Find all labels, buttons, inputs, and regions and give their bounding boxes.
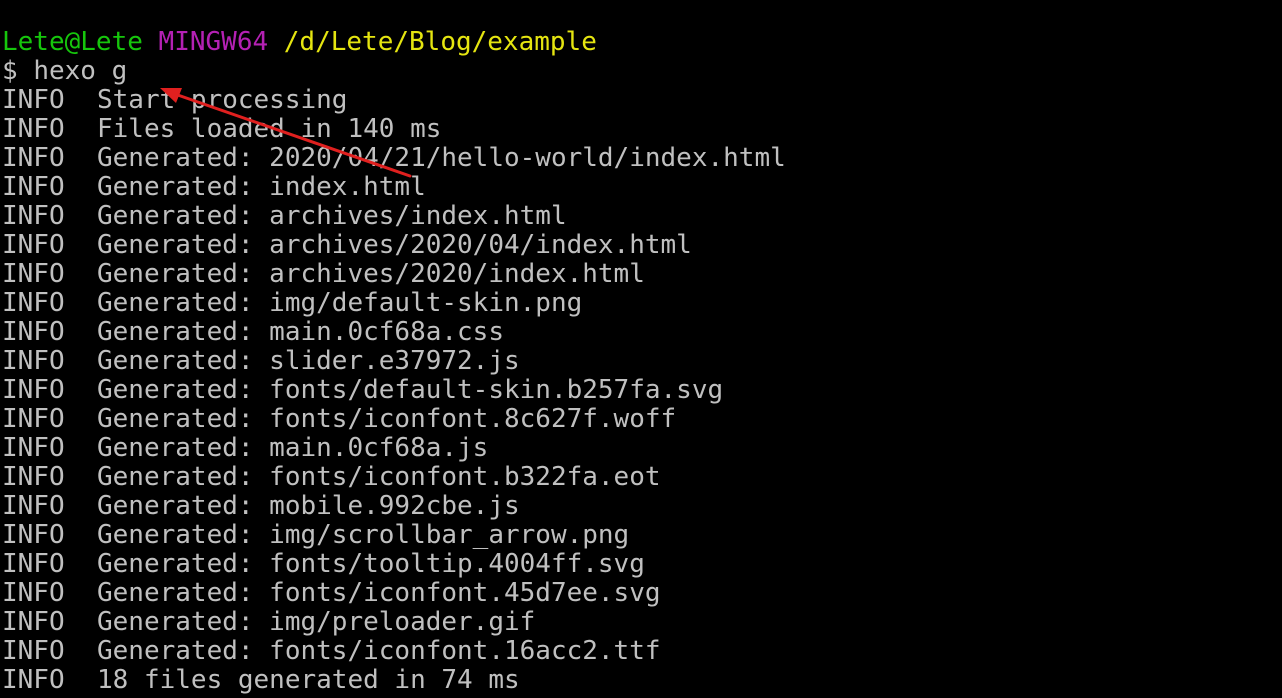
log-level: INFO [2, 549, 65, 579]
log-message: Generated: slider.e37972.js [97, 346, 520, 376]
log-line: INFO Files loaded in 140 ms [2, 115, 1282, 144]
log-level: INFO [2, 578, 65, 608]
log-message: Generated: main.0cf68a.js [97, 433, 489, 463]
log-line: INFO Generated: fonts/iconfont.16acc2.ttf [2, 637, 1282, 666]
log-level: INFO [2, 665, 65, 695]
log-level: INFO [2, 375, 65, 405]
log-level: INFO [2, 433, 65, 463]
log-line: INFO Generated: fonts/iconfont.b322fa.eot [2, 463, 1282, 492]
log-level: INFO [2, 143, 65, 173]
log-line: INFO Generated: slider.e37972.js [2, 347, 1282, 376]
log-line: INFO Generated: main.0cf68a.js [2, 434, 1282, 463]
log-line: INFO Generated: img/scrollbar_arrow.png [2, 521, 1282, 550]
log-output: INFO Start processing INFO Files loaded in … [2, 86, 1282, 695]
log-message: Generated: fonts/iconfont.16acc2.ttf [97, 636, 661, 666]
log-level: INFO [2, 172, 65, 202]
command-text: hexo g [33, 56, 128, 86]
log-level: INFO [2, 114, 65, 144]
log-message: 18 files generated in 74 ms [97, 665, 520, 695]
log-line: INFO Generated: fonts/tooltip.4004ff.svg [2, 550, 1282, 579]
log-level: INFO [2, 607, 65, 637]
log-line: INFO Generated: archives/index.html [2, 202, 1282, 231]
log-line: INFO 18 files generated in 74 ms [2, 666, 1282, 695]
log-level: INFO [2, 346, 65, 376]
log-line: INFO Generated: 2020/04/21/hello-world/in… [2, 144, 1282, 173]
log-line: INFO Generated: img/preloader.gif [2, 608, 1282, 637]
log-level: INFO [2, 201, 65, 231]
log-message: Generated: archives/2020/index.html [97, 259, 645, 289]
log-message: Generated: archives/2020/04/index.html [97, 230, 692, 260]
log-message: Generated: fonts/iconfont.45d7ee.svg [97, 578, 661, 608]
log-line: INFO Generated: archives/2020/index.html [2, 260, 1282, 289]
user-host: Lete@Lete [2, 27, 143, 57]
log-level: INFO [2, 636, 65, 666]
log-line: INFO Generated: fonts/default-skin.b257fa… [2, 376, 1282, 405]
command-line[interactable]: $ hexo g [2, 57, 1282, 86]
log-message: Files loaded in 140 ms [97, 114, 442, 144]
log-message: Generated: index.html [97, 172, 426, 202]
log-message: Generated: 2020/04/21/hello-world/index.… [97, 143, 786, 173]
log-message: Generated: fonts/tooltip.4004ff.svg [97, 549, 645, 579]
log-line: INFO Start processing [2, 86, 1282, 115]
log-message: Generated: main.0cf68a.css [97, 317, 504, 347]
log-message: Generated: archives/index.html [97, 201, 567, 231]
log-message: Generated: img/default-skin.png [97, 288, 583, 318]
log-message: Generated: img/scrollbar_arrow.png [97, 520, 630, 550]
log-level: INFO [2, 85, 65, 115]
log-line: INFO Generated: archives/2020/04/index.ht… [2, 231, 1282, 260]
log-line: INFO Generated: fonts/iconfont.45d7ee.svg [2, 579, 1282, 608]
log-line: INFO Generated: img/default-skin.png [2, 289, 1282, 318]
log-level: INFO [2, 288, 65, 318]
system-name: MINGW64 [158, 27, 269, 57]
log-message: Start processing [97, 85, 348, 115]
log-message: Generated: img/preloader.gif [97, 607, 536, 637]
log-level: INFO [2, 317, 65, 347]
log-level: INFO [2, 462, 65, 492]
log-level: INFO [2, 259, 65, 289]
log-line: INFO Generated: mobile.992cbe.js [2, 492, 1282, 521]
log-line: INFO Generated: main.0cf68a.css [2, 318, 1282, 347]
log-message: Generated: fonts/iconfont.8c627f.woff [97, 404, 677, 434]
log-line: INFO Generated: index.html [2, 173, 1282, 202]
terminal-window[interactable]: Lete@Lete MINGW64 /d/Lete/Blog/example $… [2, 28, 1282, 695]
log-message: Generated: mobile.992cbe.js [97, 491, 520, 521]
prompt-header: Lete@Lete MINGW64 /d/Lete/Blog/example [2, 28, 1282, 57]
log-level: INFO [2, 230, 65, 260]
prompt-symbol: $ [2, 56, 18, 86]
current-directory: /d/Lete/Blog/example [283, 27, 597, 57]
log-message: Generated: fonts/iconfont.b322fa.eot [97, 462, 661, 492]
log-level: INFO [2, 404, 65, 434]
log-level: INFO [2, 491, 65, 521]
log-level: INFO [2, 520, 65, 550]
log-message: Generated: fonts/default-skin.b257fa.svg [97, 375, 724, 405]
log-line: INFO Generated: fonts/iconfont.8c627f.wof… [2, 405, 1282, 434]
